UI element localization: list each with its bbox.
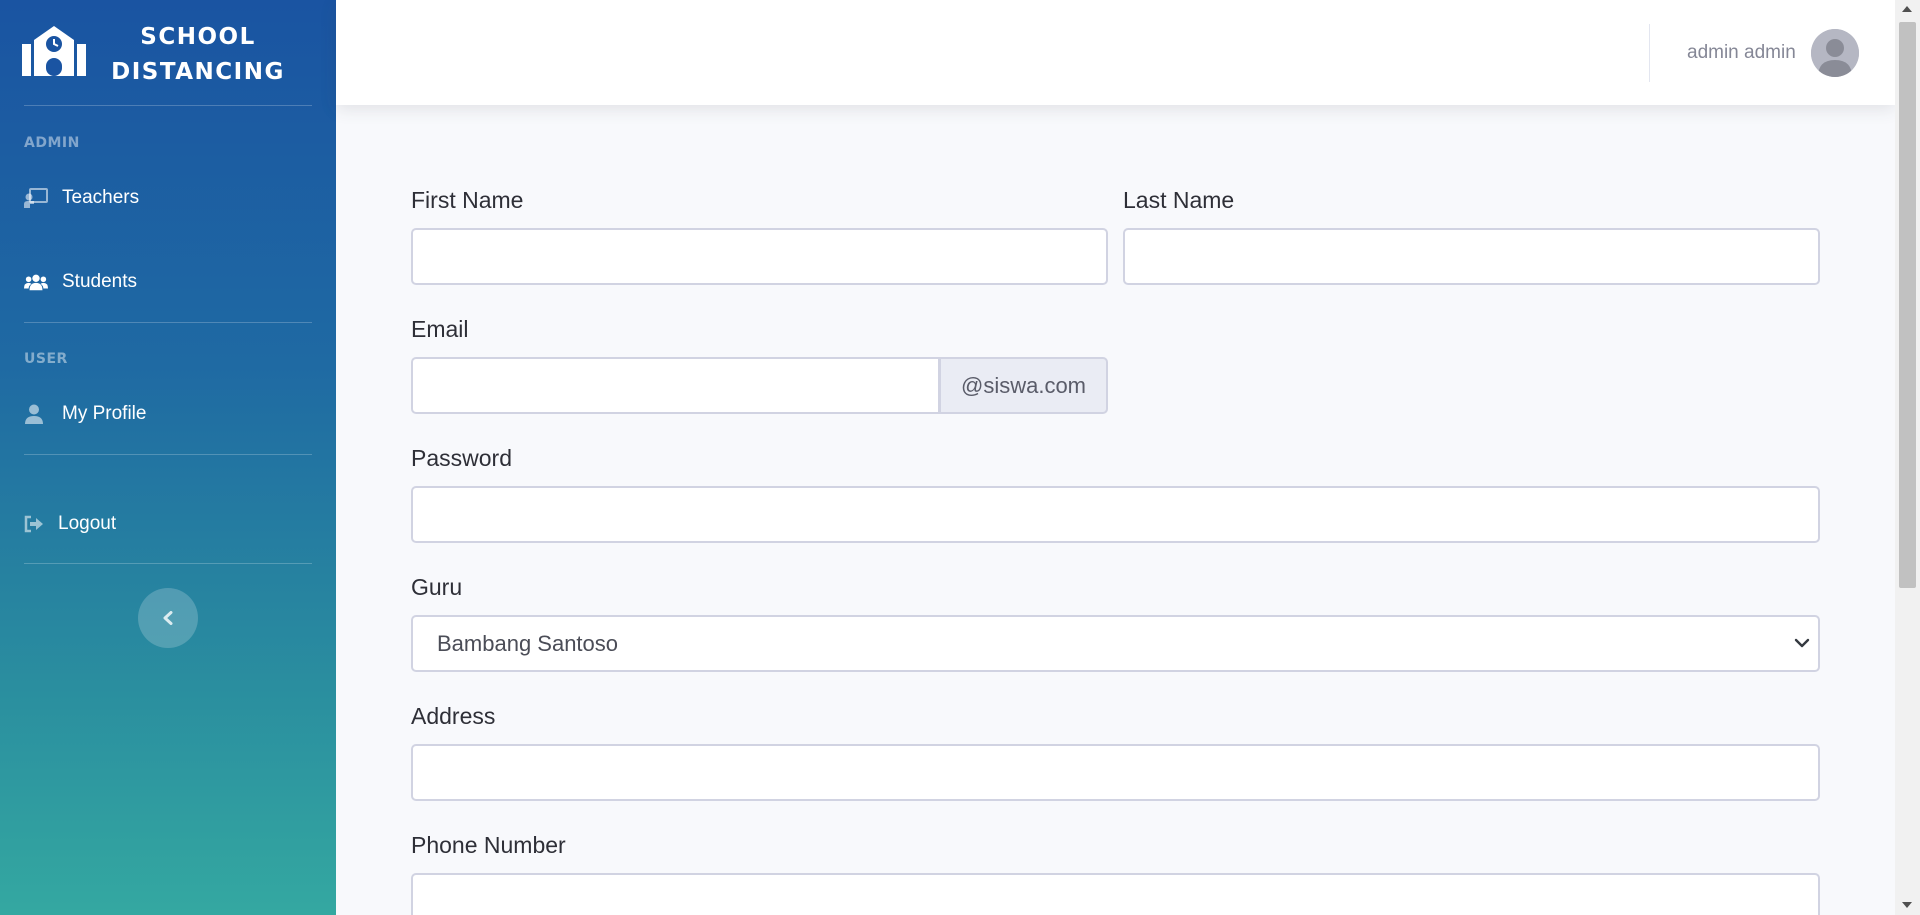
last-name-label: Last Name bbox=[1123, 187, 1235, 213]
sidebar-divider bbox=[24, 322, 312, 323]
last-name-input[interactable] bbox=[1123, 228, 1820, 285]
sidebar-heading-admin: ADMIN bbox=[24, 135, 80, 151]
address-label: Address bbox=[411, 703, 496, 729]
school-icon bbox=[22, 26, 86, 76]
sidebar-item-teachers[interactable]: Teachers bbox=[24, 176, 139, 220]
page-scrollbar[interactable] bbox=[1895, 0, 1920, 915]
topbar-divider bbox=[1649, 24, 1650, 82]
chalkboard-teacher-icon bbox=[24, 188, 48, 208]
sidebar-item-label: Teachers bbox=[62, 187, 140, 208]
password-input[interactable] bbox=[411, 486, 1820, 543]
sidebar-item-students[interactable]: Students bbox=[24, 260, 137, 304]
first-name-input[interactable] bbox=[411, 228, 1108, 285]
guru-select[interactable]: Bambang Santoso bbox=[411, 615, 1820, 672]
sidebar-brand[interactable]: SCHOOL DISTANCING bbox=[0, 0, 336, 106]
sidebar-heading-user: USER bbox=[24, 351, 68, 367]
sidebar-toggle-button[interactable] bbox=[138, 588, 198, 648]
email-label: Email bbox=[411, 316, 469, 342]
brand-line-1: SCHOOL bbox=[140, 24, 256, 50]
sidebar-divider bbox=[24, 563, 312, 564]
user-name[interactable]: admin admin bbox=[1687, 42, 1796, 64]
brand-text: SCHOOL DISTANCING bbox=[100, 20, 296, 90]
scroll-up-arrow-icon[interactable] bbox=[1902, 6, 1912, 12]
users-icon bbox=[24, 272, 48, 292]
phone-number-label: Phone Number bbox=[411, 832, 566, 858]
user-avatar-icon[interactable] bbox=[1811, 29, 1859, 77]
sidebar-divider bbox=[24, 454, 312, 455]
chevron-left-icon bbox=[163, 611, 173, 625]
sidebar-item-logout[interactable]: Logout bbox=[24, 502, 116, 546]
scroll-down-arrow-icon[interactable] bbox=[1902, 902, 1912, 908]
sidebar-item-my-profile[interactable]: My Profile bbox=[24, 392, 146, 436]
email-input[interactable] bbox=[411, 357, 940, 414]
password-label: Password bbox=[411, 445, 512, 471]
user-icon bbox=[24, 404, 48, 424]
guru-selected-value: Bambang Santoso bbox=[437, 630, 619, 656]
phone-number-input[interactable] bbox=[411, 873, 1820, 915]
sidebar-item-label: My Profile bbox=[62, 403, 147, 424]
address-input[interactable] bbox=[411, 744, 1820, 801]
sidebar-item-label: Students bbox=[62, 271, 137, 292]
sidebar-divider bbox=[24, 105, 312, 106]
email-domain-addon: @siswa.com bbox=[939, 357, 1108, 414]
guru-label: Guru bbox=[411, 574, 463, 600]
brand-line-2: DISTANCING bbox=[111, 59, 285, 85]
chevron-down-icon bbox=[1794, 638, 1810, 648]
scrollbar-thumb[interactable] bbox=[1899, 22, 1916, 588]
first-name-label: First Name bbox=[411, 187, 524, 213]
topbar: admin admin bbox=[336, 0, 1895, 105]
sign-out-icon bbox=[24, 514, 48, 534]
sidebar-item-label: Logout bbox=[58, 513, 117, 534]
sidebar: SCHOOL DISTANCING ADMIN Teachers Student… bbox=[0, 0, 336, 915]
